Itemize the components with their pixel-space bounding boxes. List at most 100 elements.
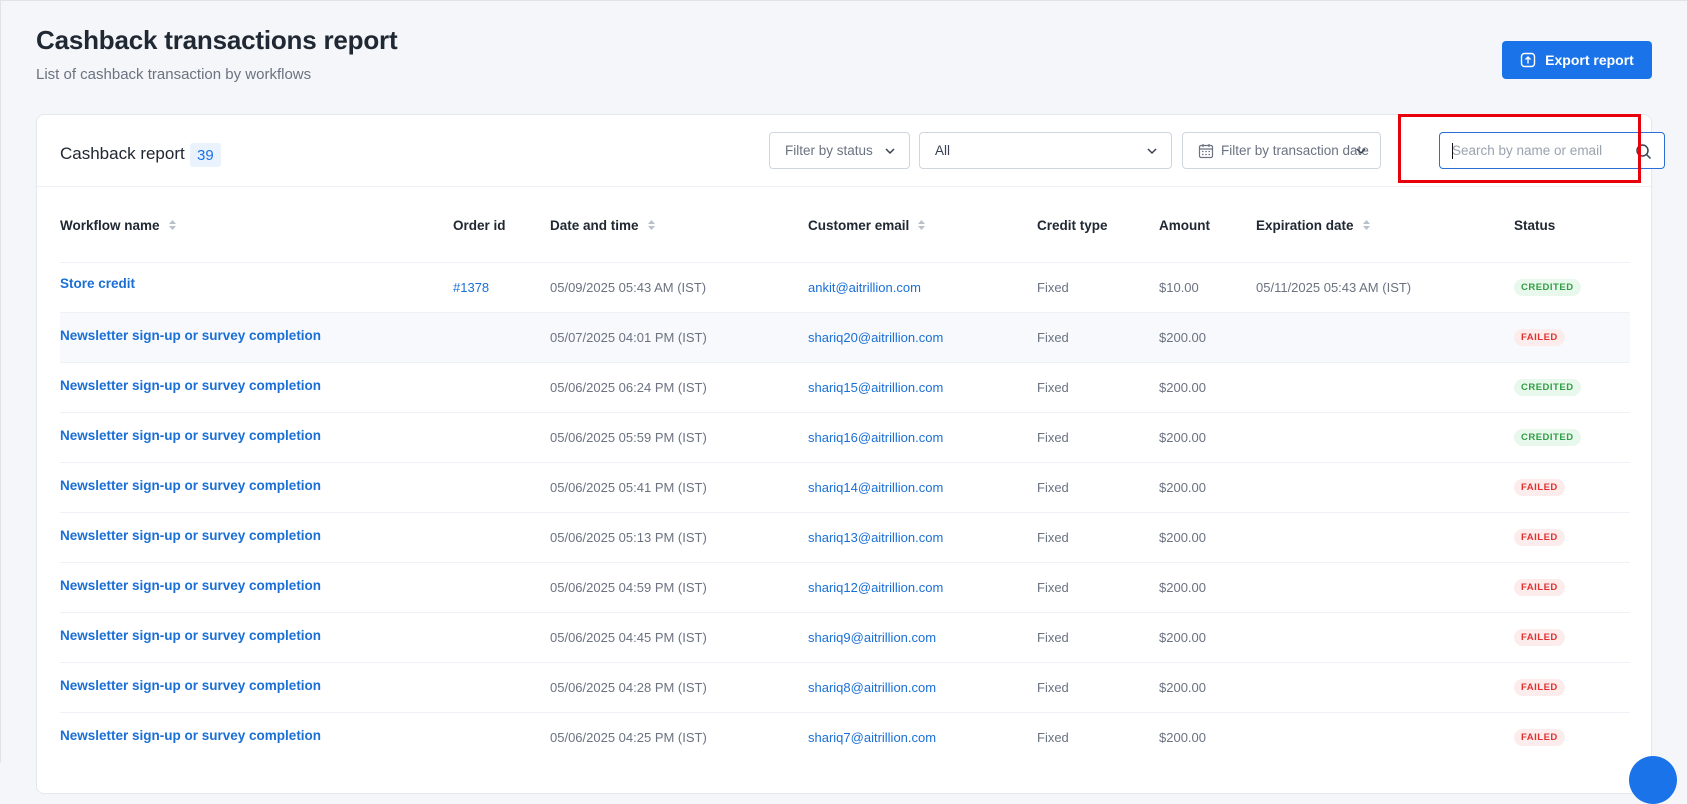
expiration-date-cell [1256, 361, 1514, 412]
workflow-name-link[interactable]: Newsletter sign-up or survey completion [60, 511, 453, 562]
table-body: Store credit #1378 05/09/2025 05:43 AM (IS… [60, 261, 1630, 762]
amount-cell: $200.00 [1159, 511, 1256, 562]
search-icon[interactable] [1635, 143, 1652, 160]
expiration-date-cell [1256, 511, 1514, 562]
table-row[interactable]: Newsletter sign-up or survey completion 0… [60, 461, 1630, 512]
help-chat-button[interactable] [1629, 756, 1677, 804]
credit-type-cell: Fixed [1037, 711, 1159, 762]
credit-type-cell: Fixed [1037, 411, 1159, 462]
table-row[interactable]: Newsletter sign-up or survey completion 0… [60, 361, 1630, 412]
credit-type-cell: Fixed [1037, 361, 1159, 412]
search-box[interactable] [1439, 132, 1665, 169]
credit-type-cell: Fixed [1037, 661, 1159, 712]
status-cell: FAILED [1514, 711, 1630, 762]
column-header-customer-email[interactable]: Customer email [808, 187, 1037, 262]
order-id-link [453, 561, 550, 612]
column-header-date-and-time[interactable]: Date and time [550, 187, 808, 262]
amount-cell: $200.00 [1159, 461, 1256, 512]
amount-cell-text: $200.00 [1159, 429, 1206, 445]
workflow-name-link[interactable]: Newsletter sign-up or survey completion [60, 361, 453, 412]
page-subtitle: List of cashback transaction by workflow… [36, 66, 312, 83]
credit-type-cell: Fixed [1037, 311, 1159, 362]
expiration-date-cell [1256, 561, 1514, 612]
column-header-expiration-date[interactable]: Expiration date [1256, 187, 1514, 262]
date-time-cell-text: 05/06/2025 04:59 PM (IST) [550, 579, 707, 595]
date-time-cell: 05/06/2025 05:41 PM (IST) [550, 461, 808, 512]
amount-cell: $200.00 [1159, 711, 1256, 762]
customer-email-link[interactable]: shariq16@aitrillion.com [808, 411, 1037, 462]
credit-type-cell: Fixed [1037, 561, 1159, 612]
credit-type-cell-text: Fixed [1037, 629, 1069, 645]
workflow-name-link[interactable]: Newsletter sign-up or survey completion [60, 561, 453, 612]
workflow-name-link[interactable]: Newsletter sign-up or survey completion [60, 611, 453, 662]
amount-cell-text: $200.00 [1159, 529, 1206, 545]
status-badge: FAILED [1514, 729, 1565, 747]
customer-email-link[interactable]: shariq9@aitrillion.com [808, 611, 1037, 662]
filter-by-transaction-date-dropdown[interactable]: Filter by transaction date [1182, 132, 1381, 169]
status-cell: FAILED [1514, 661, 1630, 712]
amount-cell: $10.00 [1159, 261, 1256, 312]
date-time-cell: 05/06/2025 04:25 PM (IST) [550, 711, 808, 762]
date-time-cell-text: 05/06/2025 05:13 PM (IST) [550, 529, 707, 545]
upload-icon [1520, 52, 1536, 68]
credit-type-cell-text: Fixed [1037, 579, 1069, 595]
customer-email-link[interactable]: shariq14@aitrillion.com [808, 461, 1037, 512]
expiration-date-cell [1256, 661, 1514, 712]
sort-icon[interactable] [917, 219, 926, 231]
customer-email-link-text: shariq15@aitrillion.com [808, 379, 944, 395]
expiration-date-cell-text: 05/11/2025 05:43 AM (IST) [1256, 279, 1412, 295]
amount-cell: $200.00 [1159, 661, 1256, 712]
workflow-name-link[interactable]: Newsletter sign-up or survey completion [60, 461, 453, 512]
status-badge: CREDITED [1514, 379, 1581, 396]
workflow-name-link[interactable]: Newsletter sign-up or survey completion [60, 661, 453, 712]
date-time-cell: 05/07/2025 04:01 PM (IST) [550, 311, 808, 362]
sort-icon[interactable] [168, 219, 177, 231]
customer-email-link[interactable]: shariq12@aitrillion.com [808, 561, 1037, 612]
customer-email-link[interactable]: shariq15@aitrillion.com [808, 361, 1037, 412]
workflow-name-link[interactable]: Newsletter sign-up or survey completion [60, 311, 453, 362]
cashback-report-card: Cashback report 39 Filter by status All … [36, 114, 1665, 794]
credit-type-cell-text: Fixed [1037, 529, 1069, 545]
customer-email-link-text: shariq13@aitrillion.com [808, 529, 944, 545]
export-report-button[interactable]: Export report [1502, 41, 1652, 79]
sort-icon[interactable] [647, 219, 656, 231]
customer-email-link[interactable]: ankit@aitrillion.com [808, 261, 1037, 312]
customer-email-link-text: shariq20@aitrillion.com [808, 329, 944, 345]
text-cursor [1452, 143, 1453, 159]
date-time-cell: 05/06/2025 05:59 PM (IST) [550, 411, 808, 462]
customer-email-link[interactable]: shariq13@aitrillion.com [808, 511, 1037, 562]
page-title: Cashback transactions report [36, 25, 398, 55]
date-time-cell: 05/06/2025 04:59 PM (IST) [550, 561, 808, 612]
table-row[interactable]: Newsletter sign-up or survey completion 0… [60, 311, 1630, 362]
table-row[interactable]: Newsletter sign-up or survey completion 0… [60, 411, 1630, 462]
customer-email-link[interactable]: shariq7@aitrillion.com [808, 711, 1037, 762]
table-row[interactable]: Store credit #1378 05/09/2025 05:43 AM (IS… [60, 261, 1630, 312]
status-cell: CREDITED [1514, 261, 1630, 312]
status-badge: FAILED [1514, 679, 1565, 696]
amount-cell-text: $10.00 [1159, 279, 1199, 295]
customer-email-link[interactable]: shariq20@aitrillion.com [808, 311, 1037, 362]
status-badge: FAILED [1514, 629, 1565, 646]
filter-by-status-dropdown[interactable]: Filter by status [769, 132, 910, 169]
column-header-workflow-name[interactable]: Workflow name [60, 187, 453, 262]
workflow-name-link[interactable]: Newsletter sign-up or survey completion [60, 711, 453, 762]
status-badge: FAILED [1514, 329, 1565, 346]
customer-email-link-text: shariq7@aitrillion.com [808, 729, 937, 745]
customer-email-link[interactable]: shariq8@aitrillion.com [808, 661, 1037, 712]
workflow-name-link[interactable]: Store credit [60, 261, 453, 312]
date-time-cell-text: 05/06/2025 04:45 PM (IST) [550, 629, 707, 645]
sort-icon[interactable] [1362, 219, 1371, 231]
date-time-cell: 05/09/2025 05:43 AM (IST) [550, 261, 808, 312]
search-input[interactable] [1452, 133, 1632, 168]
table-row[interactable]: Newsletter sign-up or survey completion 0… [60, 561, 1630, 612]
credit-type-cell-text: Fixed [1037, 729, 1069, 745]
table-row[interactable]: Newsletter sign-up or survey completion 0… [60, 711, 1630, 762]
status-value-select[interactable]: All [919, 132, 1172, 169]
workflow-name-link[interactable]: Newsletter sign-up or survey completion [60, 411, 453, 462]
status-cell: FAILED [1514, 611, 1630, 662]
order-id-link[interactable]: #1378 [453, 261, 550, 312]
credit-type-cell: Fixed [1037, 461, 1159, 512]
table-row[interactable]: Newsletter sign-up or survey completion 0… [60, 661, 1630, 712]
table-row[interactable]: Newsletter sign-up or survey completion 0… [60, 611, 1630, 662]
table-row[interactable]: Newsletter sign-up or survey completion 0… [60, 511, 1630, 562]
